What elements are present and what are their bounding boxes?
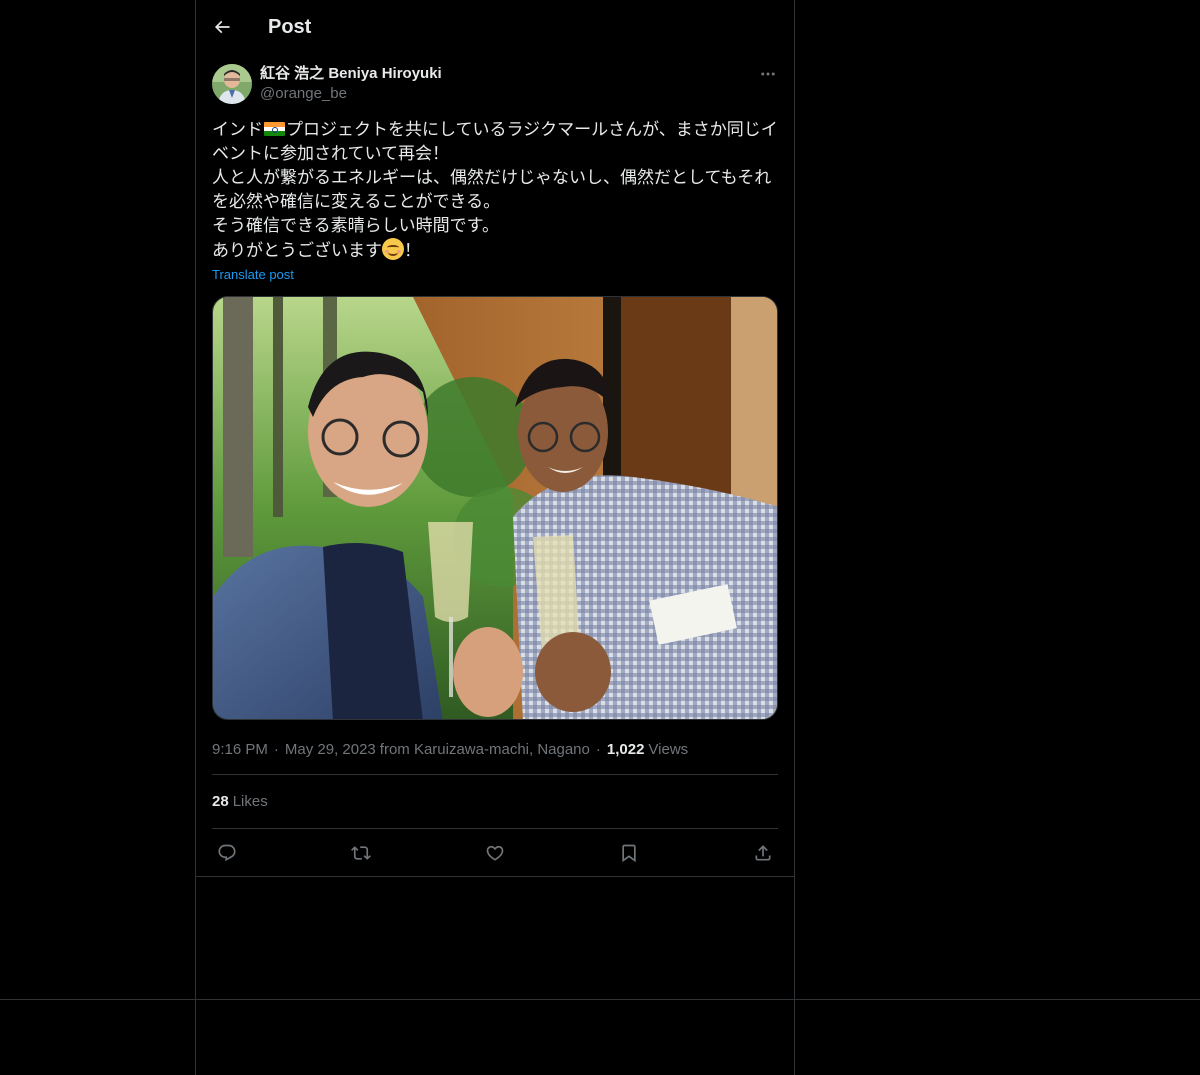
translate-post-link[interactable]: Translate post xyxy=(212,267,294,282)
likes-row[interactable]: 28 Likes xyxy=(212,775,778,828)
share-icon xyxy=(755,844,771,860)
more-horizontal-icon xyxy=(761,72,775,76)
bookmark-button[interactable] xyxy=(619,843,639,863)
smiling-face-icon xyxy=(382,238,404,260)
post-text-line: ベントに参加されていて再会！ xyxy=(212,144,449,163)
post-text-segment: ！ xyxy=(404,241,421,260)
bookmark-icon xyxy=(622,844,636,862)
page-title: Post xyxy=(268,15,312,38)
meta-separator: · xyxy=(273,740,279,758)
author-handle[interactable]: @orange_be xyxy=(260,84,442,104)
photo-image xyxy=(213,297,777,719)
post-text-line: 人と人が繋がるエネルギーは、偶然だけじゃないし、偶然だとしてもそれ xyxy=(212,168,772,187)
likes-count: 28 xyxy=(212,793,229,810)
reply-icon xyxy=(218,844,236,861)
avatar[interactable] xyxy=(212,64,252,104)
post-text-segment: プロジェクトを共にしているラジクマールさんが、まさか同じイ xyxy=(286,120,778,139)
post-text: インド プロジェクトを共にしているラジクマールさんが、まさか同じイ ベントに参加さ… xyxy=(212,118,778,263)
post-text-segment: ありがとうございます xyxy=(212,241,382,260)
post-photo[interactable] xyxy=(212,296,778,720)
more-options-button[interactable] xyxy=(758,64,778,84)
post-column: Post 紅谷 浩之 Beniya Hiroyuki @orange_be イン… xyxy=(196,0,794,877)
share-button[interactable] xyxy=(753,843,773,863)
repost-icon xyxy=(351,845,371,860)
author-display-name[interactable]: 紅谷 浩之 Beniya Hiroyuki xyxy=(260,64,442,84)
post-location: from Karuizawa-machi, Nagano xyxy=(379,740,590,758)
author-row: 紅谷 浩之 Beniya Hiroyuki @orange_be xyxy=(212,64,778,104)
post-time-link[interactable]: 9:16 PM xyxy=(212,741,268,758)
post-date-link[interactable]: May 29, 2023 xyxy=(285,741,376,758)
post-text-line: そう確信できる素晴らしい時間です。 xyxy=(212,216,499,235)
author-names: 紅谷 浩之 Beniya Hiroyuki @orange_be xyxy=(260,64,442,104)
india-flag-icon xyxy=(264,122,285,136)
post-bottom-divider xyxy=(196,876,794,877)
post-text-segment: インド xyxy=(212,120,263,139)
page-bottom-divider xyxy=(0,999,1200,1000)
meta-separator: · xyxy=(595,740,601,758)
post-text-line: ありがとうございます ！ xyxy=(212,238,778,263)
arrow-left-icon xyxy=(214,20,230,34)
likes-label: Likes xyxy=(232,793,268,810)
like-icon xyxy=(486,845,504,861)
like-button[interactable] xyxy=(485,843,505,863)
right-column-border xyxy=(794,0,795,1075)
views-label: Views xyxy=(648,740,689,758)
back-button[interactable] xyxy=(212,17,232,37)
post-header: Post xyxy=(196,0,794,54)
repost-button[interactable] xyxy=(351,843,371,863)
post: 紅谷 浩之 Beniya Hiroyuki @orange_be インド プロジェ… xyxy=(196,54,794,876)
action-bar xyxy=(212,829,778,876)
views-count: 1,022 xyxy=(606,740,645,758)
avatar-image xyxy=(212,64,252,104)
reply-button[interactable] xyxy=(217,843,237,863)
post-text-line: インド プロジェクトを共にしているラジクマールさんが、まさか同じイ xyxy=(212,118,778,142)
post-meta: 9:16 PM · May 29, 2023 from Karuizawa-ma… xyxy=(212,740,778,758)
post-text-line: を必然や確信に変えることができる。 xyxy=(212,192,501,211)
